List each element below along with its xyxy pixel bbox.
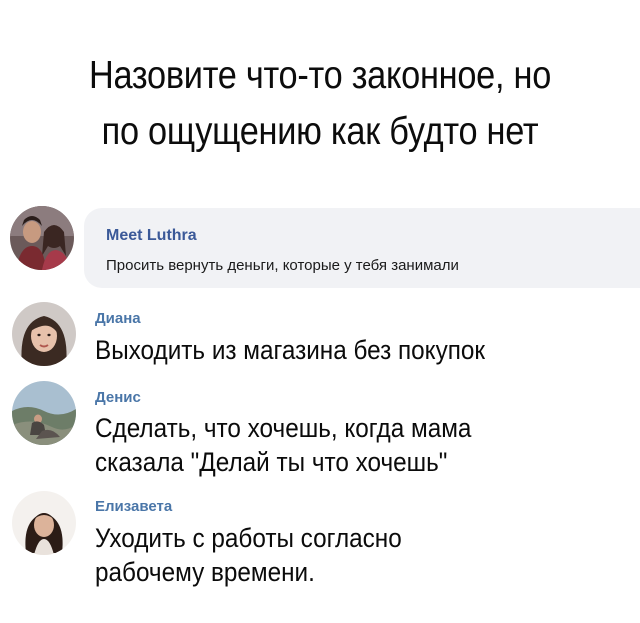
- avatar-meet-luthra[interactable]: [10, 206, 74, 270]
- meme-title: Назовите что-то законное, но по ощущению…: [38, 48, 601, 160]
- avatar-denis[interactable]: [12, 381, 76, 445]
- comment-text: Просить вернуть деньги, которые у тебя з…: [106, 257, 459, 274]
- comment-author[interactable]: Диана: [95, 310, 141, 327]
- comment-author[interactable]: Денис: [95, 389, 141, 406]
- comment-text: Уходить с работы согласно рабочему време…: [95, 523, 402, 587]
- comment-author[interactable]: Meet Luthra: [106, 227, 197, 245]
- title-line-2: по ощущению как будто нет: [101, 110, 539, 153]
- comment-text: Сделать, что хочешь, когда мама сказала …: [95, 413, 472, 477]
- featured-comment-bubble: Meet Luthra Просить вернуть деньги, кото…: [84, 208, 640, 288]
- title-line-1: Назовите что-то законное, но: [88, 54, 552, 97]
- comment-author[interactable]: Елизавета: [95, 498, 172, 515]
- comment-text: Выходить из магазина без покупок: [95, 335, 486, 365]
- avatar-elizaveta[interactable]: [12, 491, 76, 555]
- avatar-diana[interactable]: [12, 302, 76, 366]
